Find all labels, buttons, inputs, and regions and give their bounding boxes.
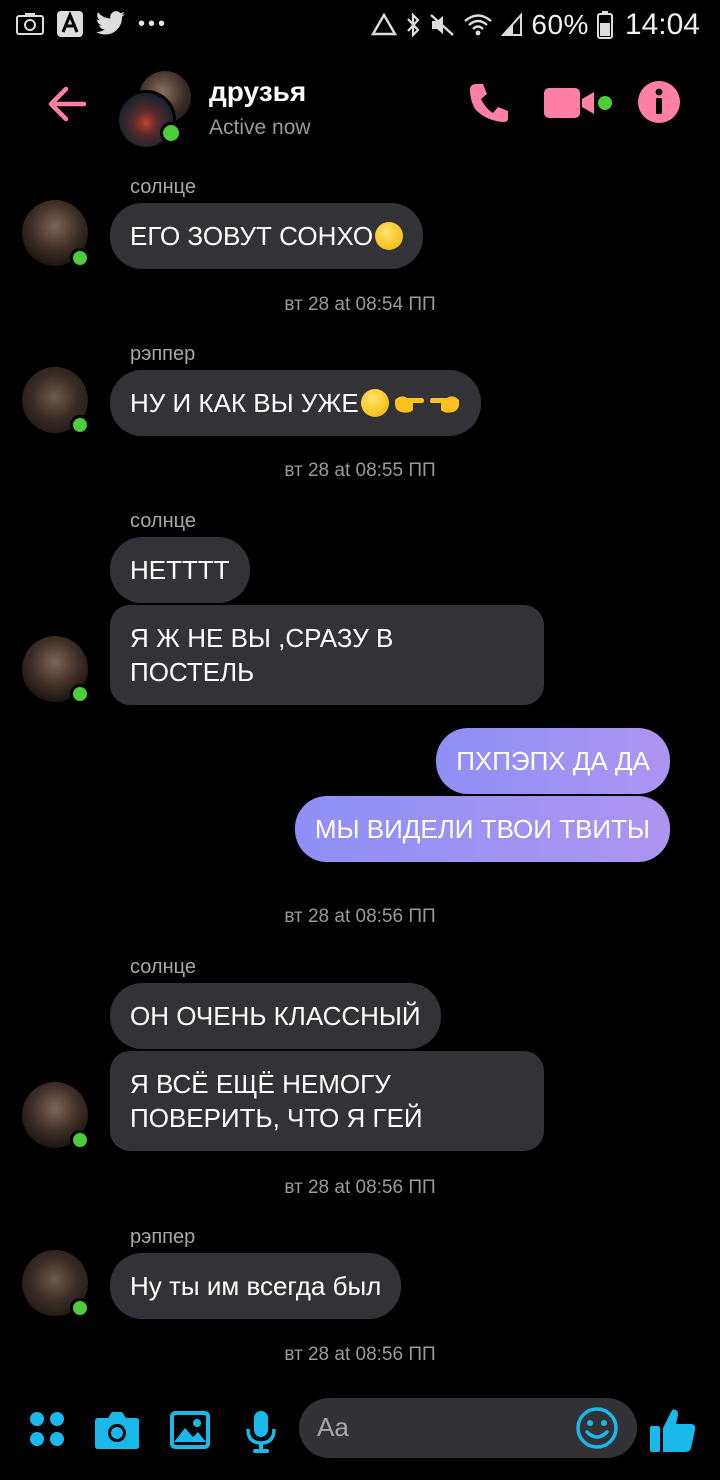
conversation-title[interactable]: друзья <box>209 76 306 108</box>
message-bubble[interactable]: НЕТТТТ <box>110 537 250 603</box>
back-button[interactable] <box>44 80 92 128</box>
camera-button[interactable] <box>94 1410 140 1450</box>
message-bubble[interactable]: ОН ОЧЕНЬ КЛАССНЫЙ <box>110 983 441 1049</box>
video-call-button[interactable] <box>544 80 614 126</box>
voice-call-button[interactable] <box>466 80 512 126</box>
huffing-face-emoji <box>375 222 404 250</box>
smiley-icon <box>576 1407 618 1449</box>
message-text: Ну ты им всегда был <box>130 1271 382 1301</box>
sender-avatar[interactable] <box>22 636 90 704</box>
message-timestamp: вт 28 at 08:54 ПП <box>284 294 436 315</box>
message-timestamp: вт 28 at 08:56 ПП <box>284 906 436 927</box>
message-text: Я Ж НЕ ВЫ ,СРАЗУ В ПОСТЕЛЬ <box>130 623 394 687</box>
phone-icon <box>470 84 508 122</box>
message-bubble[interactable]: Ну ты им всегда был <box>110 1253 402 1319</box>
recycle-icon <box>371 13 398 37</box>
sender-name: солнце <box>130 176 196 198</box>
info-button[interactable] <box>637 80 681 124</box>
sender-name: рэппер <box>130 1226 196 1248</box>
back-arrow-icon <box>48 86 87 122</box>
emoji-button[interactable] <box>575 1406 619 1455</box>
message-timestamp: вт 28 at 08:56 ПП <box>284 1344 436 1365</box>
sent-message-bubble[interactable]: ПХПЭПХ ДА ДА <box>436 728 670 794</box>
pointing-hand-left-icon <box>429 388 461 413</box>
voice-message-button[interactable] <box>244 1410 278 1454</box>
like-button[interactable] <box>648 1406 698 1454</box>
message-input[interactable]: Aa <box>299 1398 637 1458</box>
sender-avatar[interactable] <box>22 200 90 268</box>
thumbs-up-icon <box>650 1409 696 1452</box>
message-bubble[interactable]: Я Ж НЕ ВЫ ,СРАЗУ В ПОСТЕЛЬ <box>110 605 544 705</box>
message-input-placeholder: Aa <box>317 1412 349 1442</box>
clock: 14:04 <box>624 8 700 41</box>
gallery-button[interactable] <box>169 1410 211 1450</box>
message-bubble[interactable]: ЕГО ЗОВУТ СОНХО <box>110 203 424 269</box>
smirk-face-emoji <box>360 389 389 417</box>
message-composer: Aa <box>0 1390 720 1480</box>
conversation-header: друзья Active now <box>0 60 720 160</box>
sender-avatar[interactable] <box>22 1250 90 1318</box>
bluetooth-icon <box>405 12 421 38</box>
online-indicator <box>70 1298 90 1318</box>
status-bar: ••• 60% 14:04 <box>0 0 720 50</box>
signal-icon <box>501 13 523 37</box>
active-status: Active now <box>209 116 311 139</box>
video-camera-icon <box>544 88 612 118</box>
more-actions-button[interactable] <box>28 1410 66 1448</box>
text-app-icon <box>56 10 84 38</box>
message-timestamp: вт 28 at 08:56 ПП <box>284 1177 436 1198</box>
message-text: МЫ ВИДЕЛИ ТВОИ ТВИТЫ <box>314 814 650 844</box>
sender-name: солнце <box>130 510 196 532</box>
sender-name: солнце <box>130 956 196 978</box>
online-indicator <box>70 684 90 704</box>
message-timestamp: вт 28 at 08:55 ПП <box>284 460 436 481</box>
group-avatar[interactable] <box>112 68 194 150</box>
message-text: ОН ОЧЕНЬ КЛАССНЫЙ <box>130 1001 421 1031</box>
online-indicator <box>70 248 90 268</box>
message-bubble[interactable]: Я ВСЁ ЕЩЁ НЕМОГУ ПОВЕРИТЬ, ЧТО Я ГЕЙ <box>110 1051 544 1151</box>
sender-avatar[interactable] <box>22 367 90 435</box>
twitter-icon <box>96 11 126 37</box>
message-text: НУ И КАК ВЫ УЖЕ <box>130 388 359 418</box>
screenshot-icon <box>16 12 44 36</box>
image-icon <box>170 1411 210 1449</box>
sender-avatar[interactable] <box>22 1082 90 1150</box>
battery-percent: 60% <box>531 9 589 40</box>
sender-name: рэппер <box>130 343 196 365</box>
camera-icon <box>95 1412 139 1449</box>
wifi-icon <box>463 13 493 37</box>
online-indicator <box>160 122 182 144</box>
battery-icon <box>596 11 613 39</box>
four-dots-icon <box>30 1412 64 1446</box>
online-indicator <box>70 415 90 435</box>
more-icon: ••• <box>138 12 169 35</box>
message-text: ЕГО ЗОВУТ СОНХО <box>130 221 374 251</box>
message-text: Я ВСЁ ЕЩЁ НЕМОГУ ПОВЕРИТЬ, ЧТО Я ГЕЙ <box>130 1069 423 1133</box>
microphone-icon <box>246 1411 276 1453</box>
mute-icon <box>429 13 455 37</box>
online-indicator <box>70 1130 90 1150</box>
message-text: ПХПЭПХ ДА ДА <box>456 746 650 776</box>
info-icon <box>638 81 680 123</box>
sent-message-bubble[interactable]: МЫ ВИДЕЛИ ТВОИ ТВИТЫ <box>294 796 670 862</box>
message-text: НЕТТТТ <box>130 555 230 585</box>
message-bubble[interactable]: НУ И КАК ВЫ УЖЕ <box>110 370 481 436</box>
pointing-hand-right-icon <box>393 388 425 413</box>
